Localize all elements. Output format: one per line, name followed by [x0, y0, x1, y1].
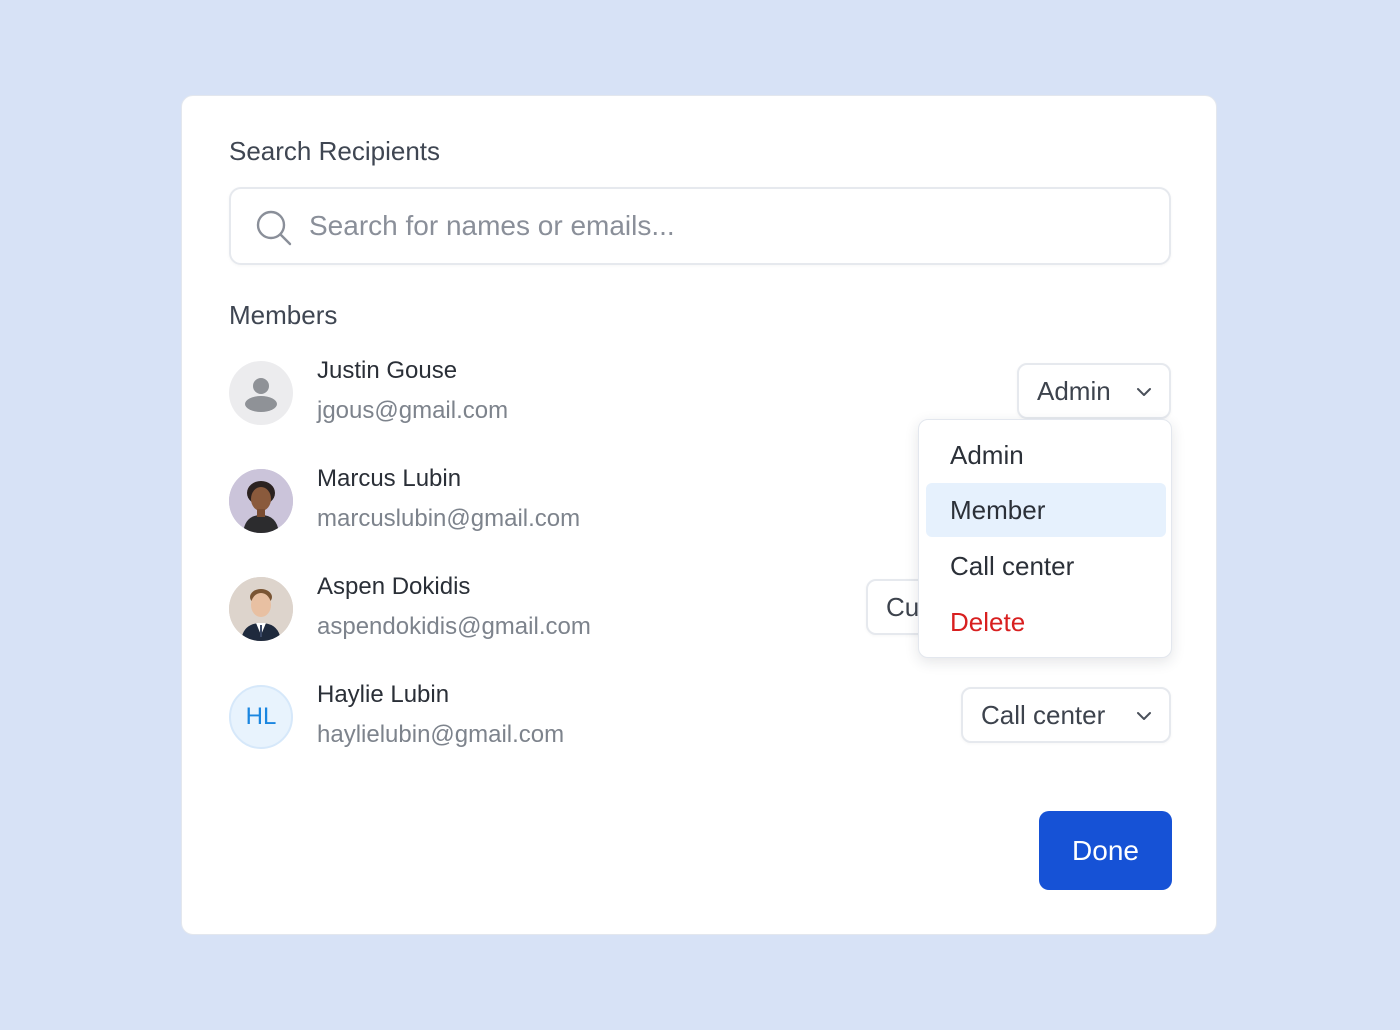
member-email: aspendokidis@gmail.com: [317, 613, 591, 640]
chevron-down-icon: [1137, 388, 1151, 396]
user-photo-icon: [229, 469, 293, 533]
search-recipients-label: Search Recipients: [229, 136, 440, 166]
member-email: jgous@gmail.com: [317, 397, 509, 424]
role-select-value: Admin: [1037, 375, 1111, 406]
role-select[interactable]: Call center: [961, 687, 1171, 743]
member-email: marcuslubin@gmail.com: [317, 505, 581, 532]
search-field[interactable]: [229, 187, 1171, 265]
role-option-admin[interactable]: Admin: [926, 428, 1166, 482]
member-name: Haylie Lubin: [317, 681, 450, 708]
user-photo-icon: [229, 577, 293, 641]
search-icon: [256, 210, 292, 246]
avatar-initials: HL: [229, 685, 293, 749]
member-name: Aspen Dokidis: [317, 573, 471, 600]
member-name: Justin Gouse: [317, 357, 458, 384]
members-heading: Members: [229, 300, 338, 330]
avatar: [229, 469, 293, 533]
role-select-value: Cu: [886, 591, 920, 622]
avatar: [229, 577, 293, 641]
avatar: [229, 361, 293, 425]
role-select-value: Call center: [981, 699, 1106, 730]
role-option-call-center[interactable]: Call center: [926, 539, 1166, 593]
member-name: Marcus Lubin: [317, 465, 462, 492]
avatar-initials-text: HL: [245, 703, 277, 730]
role-option-member[interactable]: Member: [926, 483, 1166, 537]
member-email: haylielubin@gmail.com: [317, 721, 565, 748]
member-row: HL Haylie Lubin haylielubin@gmail.com Ca…: [229, 681, 1171, 761]
default-person-icon: [245, 378, 277, 412]
recipients-dialog: Search Recipients Members Justin Gouse j…: [181, 95, 1217, 935]
role-dropdown-menu: Admin Member Call center Delete: [918, 419, 1172, 658]
chevron-down-icon: [1137, 712, 1151, 720]
search-input[interactable]: [309, 189, 1149, 263]
role-select[interactable]: Admin: [1017, 363, 1171, 419]
role-option-delete[interactable]: Delete: [926, 595, 1166, 649]
done-button[interactable]: Done: [1039, 811, 1172, 890]
